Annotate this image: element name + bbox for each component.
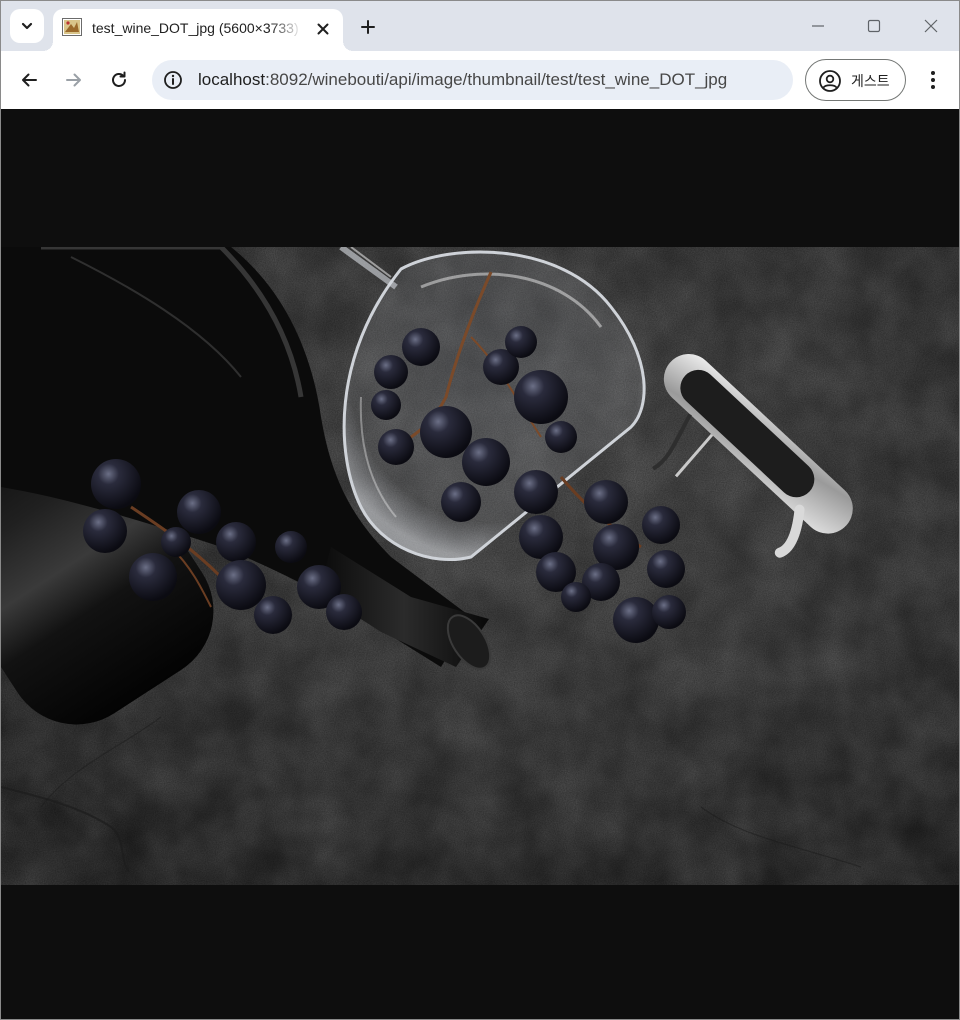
page-viewport	[1, 109, 959, 1019]
arrow-right-icon	[66, 73, 81, 87]
info-icon	[164, 71, 182, 89]
close-tab-button[interactable]	[313, 19, 333, 39]
chevron-down-icon	[21, 22, 33, 30]
maximize-icon	[867, 19, 881, 33]
tab-strip: test_wine_DOT_jpg (5600×3733)	[1, 1, 959, 51]
image-file-icon	[62, 18, 82, 36]
url-host: localhost	[198, 70, 266, 89]
maximize-button[interactable]	[857, 11, 891, 41]
tab-active[interactable]: test_wine_DOT_jpg (5600×3733)	[43, 9, 353, 51]
toolbar: localhost:8092/winebouti/api/image/thumb…	[1, 51, 959, 109]
minimize-icon	[812, 25, 824, 27]
url-path: :8092/winebouti/api/image/thumbnail/test…	[265, 70, 728, 89]
tab-search-button[interactable]	[10, 9, 44, 43]
close-icon	[924, 19, 938, 33]
profile-label: 게스트	[851, 73, 890, 89]
browser-window: test_wine_DOT_jpg (5600×3733) localhost:…	[0, 0, 960, 1020]
reload-icon	[112, 71, 126, 87]
minimize-button[interactable]	[801, 11, 835, 41]
back-button[interactable]	[13, 64, 45, 96]
tab-title: test_wine_DOT_jpg (5600×3733)	[92, 20, 299, 36]
forward-button[interactable]	[58, 64, 90, 96]
displayed-image[interactable]	[1, 247, 959, 885]
address-bar[interactable]: localhost:8092/winebouti/api/image/thumb…	[152, 60, 793, 100]
menu-button[interactable]	[919, 64, 947, 96]
new-tab-button[interactable]	[355, 14, 381, 40]
close-icon	[317, 23, 329, 35]
reload-button[interactable]	[103, 64, 135, 96]
site-info-button[interactable]	[161, 68, 185, 92]
wine-still-life-image	[1, 247, 959, 885]
person-icon	[819, 70, 841, 92]
arrow-left-icon	[22, 73, 37, 87]
url-text: localhost:8092/winebouti/api/image/thumb…	[198, 70, 727, 90]
close-window-button[interactable]	[914, 11, 948, 41]
kebab-menu-icon	[931, 71, 935, 89]
plus-icon	[361, 20, 375, 34]
profile-button[interactable]: 게스트	[805, 59, 906, 101]
